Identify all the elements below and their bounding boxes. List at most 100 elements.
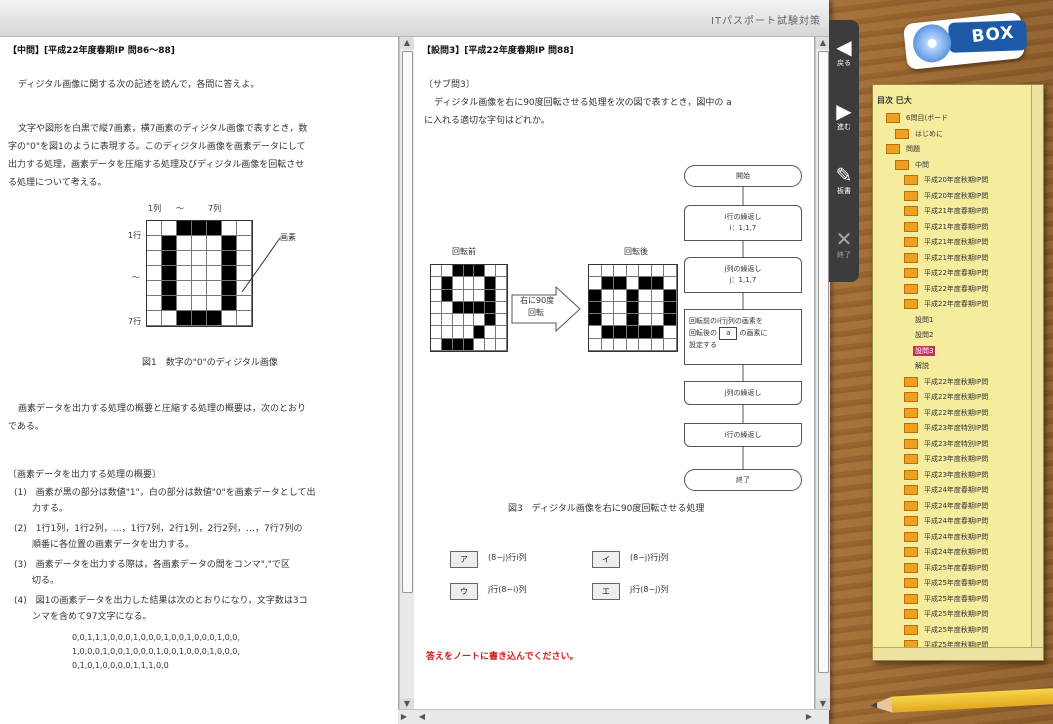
toc-item[interactable]: 平成24年度春期IP問	[904, 499, 990, 513]
pixel-cell	[147, 296, 162, 311]
pixel-cell	[463, 326, 475, 339]
toc-item[interactable]: 中問	[895, 158, 931, 172]
pixel-cell	[626, 265, 640, 278]
pixel-cell	[601, 265, 615, 278]
folder-icon	[886, 144, 900, 154]
pixel-cell	[601, 301, 615, 315]
main-window: ITパスポート試験対策 【中問】[平成22年度春期IP 問86〜88] ディジタ…	[0, 0, 830, 724]
right-content-pane[interactable]: 【設問3】[平成22年度春期IP 問88] 〔サブ問3〕 ディジタル画像を右に9…	[416, 37, 815, 724]
toc-item[interactable]: 平成25年度春期IP問	[904, 561, 990, 575]
toc-item[interactable]: 平成25年度秋期IP問	[904, 607, 990, 621]
left-content-pane[interactable]: 【中問】[平成22年度春期IP 問86〜88] ディジタル画像に関する次の記述を…	[0, 37, 399, 724]
left-scroll-thumb[interactable]	[402, 51, 413, 593]
right-horizontal-scrollbar[interactable]: ◀ ▶	[416, 709, 829, 724]
pixel-cell	[463, 338, 475, 351]
choice-c-button[interactable]: ウ	[450, 583, 478, 600]
left-item-1a: (1) 画素が黒の部分は数値"1"，白の部分は数値"0"を画素データとして出	[14, 488, 316, 498]
right-scroll-up-icon[interactable]: ▲	[816, 37, 830, 49]
pixel-cell	[485, 301, 497, 315]
toc-item[interactable]: 平成25年度秋期IP問	[904, 623, 990, 637]
toc-item[interactable]: 平成21年度秋期IP問	[904, 251, 990, 265]
toc-item[interactable]: 平成25年度春期IP問	[904, 576, 990, 590]
pixel-cell	[496, 338, 507, 351]
toc-item[interactable]: 平成21年度春期IP問	[904, 204, 990, 218]
toc-item[interactable]: 平成23年度特別IP問	[904, 437, 990, 451]
pixel-cell	[463, 301, 475, 315]
folder-icon	[904, 562, 918, 573]
pixel-cell	[207, 311, 222, 326]
pixel-cell	[207, 296, 222, 311]
toc-item[interactable]: 平成22年度春期IP問	[904, 297, 990, 311]
toc-item-label: 解説	[915, 362, 929, 370]
toc-item-label: はじめに	[915, 129, 943, 138]
right-scroll-thumb[interactable]	[818, 51, 829, 673]
toc-item[interactable]: 平成24年度春期IP問	[904, 483, 990, 497]
toc-item[interactable]: 平成25年度春期IP問	[904, 592, 990, 606]
toc-item[interactable]: 平成21年度春期IP問	[904, 220, 990, 234]
toc-horizontal-scrollbar[interactable]	[873, 647, 1043, 660]
choice-d-button[interactable]: エ	[592, 583, 620, 600]
exit-button[interactable]: ✕ 終了	[831, 216, 857, 272]
pixel-cell	[496, 301, 507, 315]
note-button[interactable]: ✎ 板書	[831, 152, 857, 208]
fig1-col-mid: 〜	[176, 204, 184, 213]
toc-item[interactable]: 平成22年度秋期IP問	[904, 406, 990, 420]
right-scroll-right-icon[interactable]: ▶	[803, 710, 815, 724]
right-scroll-left-icon[interactable]: ◀	[416, 710, 428, 724]
left-horizontal-scrollbar[interactable]: ▶	[398, 709, 416, 724]
toc-item[interactable]: 設問1	[913, 313, 935, 327]
toc-item-label: 平成24年度秋期IP問	[924, 548, 989, 556]
pixel-cell	[651, 314, 665, 327]
left-scroll-up-icon[interactable]: ▲	[400, 37, 414, 49]
pixel-cell	[614, 265, 627, 278]
folder-icon	[895, 128, 909, 139]
toc-tree-panel[interactable]: 目次 巳大 6問目(ボード はじめに 問題 中問 平成20年度秋期IP問 平成20年度秋期…	[872, 84, 1044, 661]
pixel-cell	[207, 251, 222, 266]
left-item-3b: 切る。	[14, 576, 60, 586]
back-button[interactable]: ◀ 戻る	[831, 24, 857, 80]
toc-item[interactable]: 平成22年度秋期IP問	[904, 375, 990, 389]
toc-item[interactable]: 平成24年度秋期IP問	[904, 545, 990, 559]
exit-label: 終了	[837, 251, 851, 259]
toc-item[interactable]: 平成24年度秋期IP問	[904, 530, 990, 544]
right-vertical-scrollbar[interactable]: ▲ ▼	[815, 37, 830, 710]
forward-button[interactable]: ▶ 進む	[831, 88, 857, 144]
toc-item[interactable]: 設問2	[913, 328, 935, 342]
left-scroll-right-icon[interactable]: ▶	[398, 710, 410, 724]
toc-item[interactable]: 平成22年度春期IP問	[904, 266, 990, 280]
toc-item[interactable]: 平成23年度特別IP問	[904, 421, 990, 435]
fig1-row-start: 1行	[128, 231, 142, 240]
pixel-cell	[651, 265, 665, 278]
pixel-cell	[441, 265, 453, 278]
left-vertical-scrollbar[interactable]: ▲ ▼	[399, 37, 414, 710]
toc-item[interactable]: 平成22年度春期IP問	[904, 282, 990, 296]
toc-item[interactable]: 平成21年度秋期IP問	[904, 235, 990, 249]
toc-item[interactable]: はじめに	[895, 127, 945, 141]
toc-item[interactable]: 平成23年度秋期IP問	[904, 468, 990, 482]
pixel-cell	[222, 281, 237, 296]
left-item-2a: (2) 1行1列，1行2列，…，1行7列，2行1列，2行2列，…，7行7列の	[14, 524, 303, 534]
pixel-cell	[463, 265, 475, 278]
pixel-cell	[614, 301, 627, 315]
toc-item[interactable]: 平成23年度秋期IP問	[904, 452, 990, 466]
toc-item[interactable]: 平成24年度春期IP問	[904, 514, 990, 528]
pixel-cell	[614, 338, 627, 351]
toc-item[interactable]: 設問3	[913, 344, 936, 358]
folder-icon	[904, 438, 918, 449]
folder-icon	[904, 624, 918, 635]
folder-icon	[904, 485, 918, 495]
pixel-cell	[589, 277, 602, 290]
choice-b-button[interactable]: イ	[592, 551, 620, 568]
choice-a-text: (8−j)行i列	[488, 553, 527, 562]
toc-item[interactable]: 解説	[913, 359, 931, 373]
toc-vertical-scrollbar[interactable]	[1031, 85, 1043, 648]
before-label: 回転前	[452, 247, 476, 256]
pixel-cell	[639, 338, 652, 351]
toc-item[interactable]: 問題	[886, 142, 922, 156]
toc-item[interactable]: 平成22年度秋期IP問	[904, 390, 990, 404]
toc-item-label: 平成25年度春期IP問	[924, 594, 989, 603]
toc-item[interactable]: 平成20年度秋期IP問	[904, 189, 990, 203]
toc-item[interactable]: 6問目(ボード	[886, 111, 950, 125]
choice-a-button[interactable]: ア	[450, 551, 478, 568]
toc-item[interactable]: 平成20年度秋期IP問	[904, 173, 990, 187]
